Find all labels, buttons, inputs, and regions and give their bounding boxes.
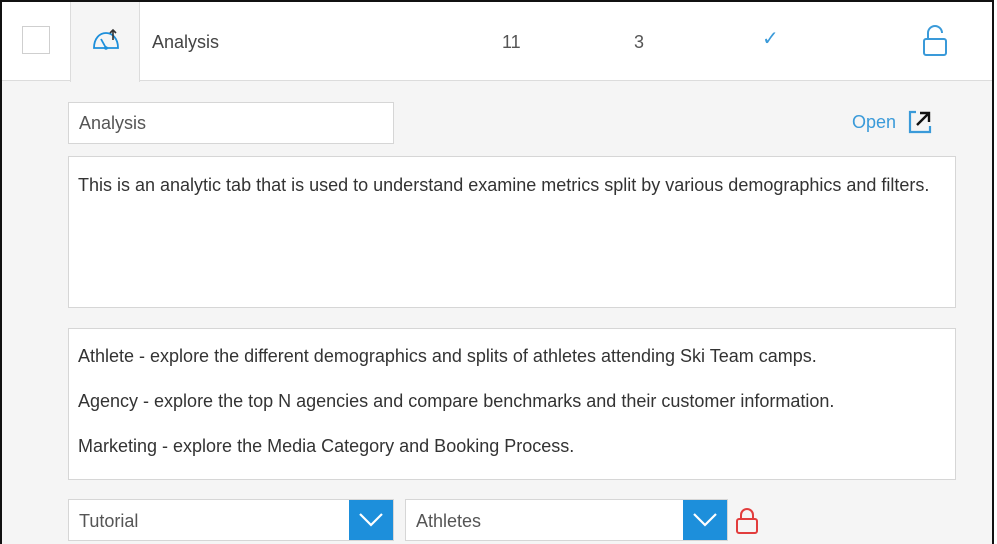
dashboard-tab-icon xyxy=(93,28,119,50)
category-select[interactable]: Tutorial xyxy=(68,499,394,541)
subcategory-select[interactable]: Athletes xyxy=(405,499,728,541)
locked-padlock-icon[interactable] xyxy=(735,507,759,540)
open-tab-link[interactable]: Open xyxy=(852,110,932,134)
description-textarea[interactable]: This is an analytic tab that is used to … xyxy=(68,156,956,308)
external-link-icon xyxy=(908,110,932,134)
sub-tab-line: Agency - explore the top N agencies and … xyxy=(78,391,835,411)
select-tab-checkbox[interactable] xyxy=(22,26,50,54)
chevron-down-icon xyxy=(693,513,717,527)
tab-name-field[interactable] xyxy=(68,102,394,144)
tab-row-header[interactable]: Analysis 11 3 ✓ xyxy=(2,2,992,82)
tab-title: Analysis xyxy=(152,32,220,52)
description-text: This is an analytic tab that is used to … xyxy=(78,175,930,195)
unlocked-padlock-icon[interactable] xyxy=(922,24,948,63)
subcategory-dropdown-button[interactable] xyxy=(683,500,727,540)
filter-count: 3 xyxy=(634,32,645,52)
status-check-icon: ✓ xyxy=(762,28,779,50)
category-dropdown-button[interactable] xyxy=(349,500,393,540)
chevron-down-icon xyxy=(359,513,383,527)
sub-tab-line: Athlete - explore the different demograp… xyxy=(78,346,817,366)
tab-type-cell[interactable] xyxy=(70,2,140,82)
open-label: Open xyxy=(852,111,897,132)
sub-tab-count: 11 xyxy=(502,32,521,52)
category-select-value: Tutorial xyxy=(79,511,139,531)
tab-settings-panel: Analysis 11 3 ✓ Open This is an analytic… xyxy=(0,0,994,544)
subcategory-select-value: Athletes xyxy=(416,511,482,531)
sub-tabs-textarea[interactable]: Athlete - explore the different demograp… xyxy=(68,328,956,480)
sub-tab-line: Marketing - explore the Media Category a… xyxy=(78,436,575,456)
